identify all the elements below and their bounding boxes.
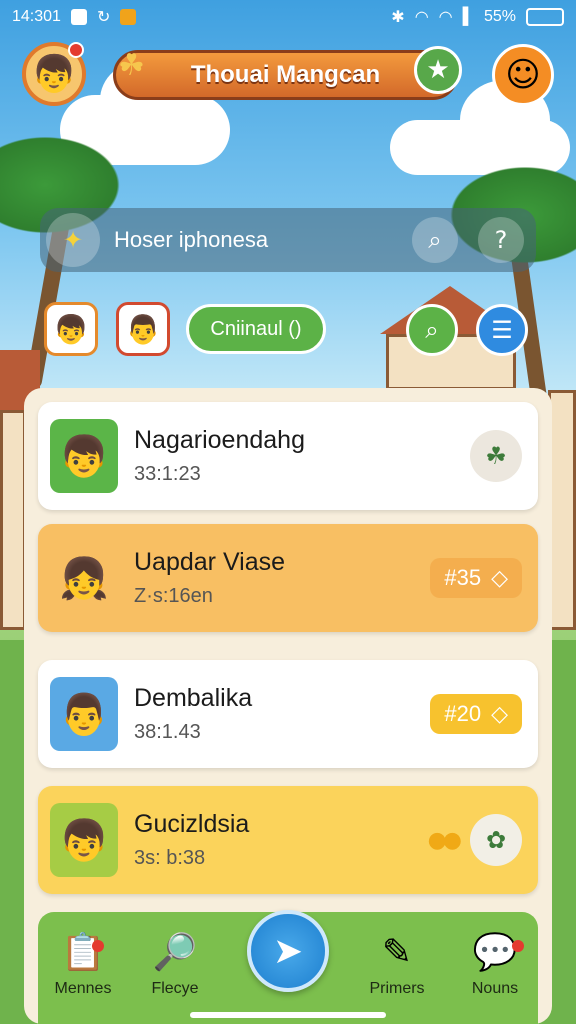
nav-item-nouns[interactable]: 💬 Nouns <box>450 930 540 998</box>
list-item[interactable]: 👨 Dembalika 38:1.43 #20 ◇ <box>38 660 538 768</box>
person-icon: 👨 <box>125 312 161 346</box>
emoji-button[interactable]: ☺ <box>492 44 554 106</box>
nav-label: Nouns <box>471 980 519 997</box>
house <box>548 390 576 630</box>
leaf-button[interactable]: ☘ <box>470 430 522 482</box>
list-item[interactable]: 👦 Gucizldsia 3s: b:38 ●● ✿ <box>38 786 538 894</box>
pencil-icon: ✎ <box>381 931 413 973</box>
item-subtitle: 3s: b:38 <box>134 847 206 869</box>
leaf-icon: ☘ <box>485 442 507 470</box>
rocket-icon: ➤ <box>272 930 304 972</box>
search-icon: ⌕ <box>425 316 439 344</box>
status-bar: 14:301 ↻ ✱ ◠ ◠ ▌ 55% <box>12 6 564 28</box>
price-badge[interactable]: #35 ◇ <box>430 558 522 598</box>
signal-icon: ▌ <box>462 8 474 25</box>
diamond-icon: ◇ <box>491 565 508 590</box>
avatar: 👦 <box>50 803 118 877</box>
app-icon <box>120 9 137 25</box>
nav-item-flecye[interactable]: 🔎 Flecye <box>130 930 220 998</box>
avatar: 👦 <box>50 419 118 493</box>
nav-label: Mennes <box>54 980 112 997</box>
plant-icon: ✿ <box>485 826 507 854</box>
wifi-icon: ◠ <box>438 9 453 26</box>
smile-icon: ☺ <box>505 55 541 95</box>
star-icon: ★ <box>426 55 450 85</box>
notification-dot <box>512 940 524 952</box>
search-input[interactable] <box>114 227 394 253</box>
wifi-icon: ◠ <box>414 9 429 26</box>
badge-value: #20 <box>444 701 482 726</box>
item-name: Nagarioendahg <box>134 426 305 454</box>
house <box>0 410 26 630</box>
list-item[interactable]: 👧 Uapdar Viase Z·s:16en #35 ◇ <box>38 524 538 632</box>
title-banner: Thouai Mangcan <box>113 50 458 100</box>
list-icon: ☰ <box>491 316 513 344</box>
diamond-icon: ◇ <box>491 701 508 726</box>
avatar: 👧 <box>50 541 118 615</box>
filter-label: Cniinaul () <box>210 317 302 340</box>
nav-label: Primers <box>369 980 425 997</box>
badge-value: #35 <box>444 565 482 590</box>
avatar: 👨 <box>50 677 118 751</box>
nav-label: Flecye <box>151 980 199 997</box>
search-icon: ⌕ <box>428 226 442 254</box>
battery-text: 55% <box>483 8 516 25</box>
bluetooth-icon: ✱ <box>391 9 405 26</box>
person-icon: 👦 <box>31 54 77 95</box>
price-badge[interactable]: #20 ◇ <box>430 694 522 734</box>
item-name: Dembalika <box>134 684 253 712</box>
zoom-button[interactable]: ⌕ <box>406 304 458 356</box>
item-name: Gucizldsia <box>134 810 250 838</box>
compose-fab[interactable]: ➤ <box>247 910 329 992</box>
magnifier-icon: 🔎 <box>152 932 198 973</box>
chat-icon: 💬 <box>472 932 518 973</box>
notification-dot <box>68 42 84 58</box>
plant-button[interactable]: ✿ <box>470 814 522 866</box>
battery-icon <box>526 8 564 26</box>
person-icon: 👦 <box>53 312 89 346</box>
leaf-icon: ☘ <box>118 48 145 83</box>
profile-avatar[interactable]: 👦 <box>22 42 86 106</box>
list-button[interactable]: ☰ <box>476 304 528 356</box>
notification-dot <box>92 940 104 952</box>
page-title: Thouai Mangcan <box>190 61 381 88</box>
home-indicator <box>190 1012 386 1018</box>
status-time: 14:301 <box>12 8 61 25</box>
item-subtitle: 33:1:23 <box>134 463 201 485</box>
help-icon: ? <box>494 226 508 254</box>
nav-item-primers[interactable]: ✎ Primers <box>352 930 442 998</box>
user-chip[interactable]: 👦 <box>44 302 98 356</box>
menu-icon: 📋 <box>60 932 106 973</box>
notification-icon <box>70 9 87 25</box>
nav-item-mennes[interactable]: 📋 Mennes <box>38 930 128 998</box>
sync-icon: ↻ <box>96 9 111 26</box>
user-chip[interactable]: 👨 <box>116 302 170 356</box>
item-name: Uapdar Viase <box>134 548 286 576</box>
drops-icon: ●● <box>427 827 462 853</box>
search-bar: ✦ ⌕ ? <box>40 208 536 272</box>
item-subtitle: 38:1.43 <box>134 721 201 743</box>
filter-pill[interactable]: Cniinaul () <box>186 304 326 354</box>
help-button[interactable]: ? <box>478 217 524 263</box>
item-subtitle: Z·s:16en <box>134 585 213 607</box>
list-item[interactable]: 👦 Nagarioendahg 33:1:23 ☘ <box>38 402 538 510</box>
search-button[interactable]: ⌕ <box>412 217 458 263</box>
star-button[interactable]: ★ <box>414 46 462 94</box>
puzzle-icon[interactable]: ✦ <box>46 213 100 267</box>
